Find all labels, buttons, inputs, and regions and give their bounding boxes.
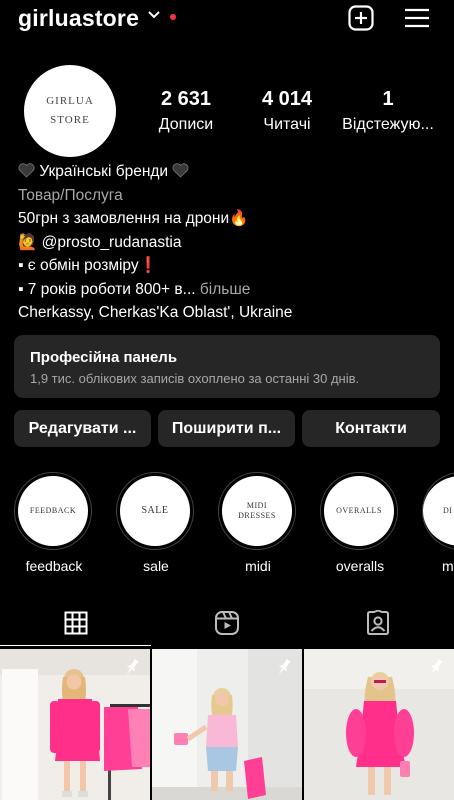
post-thumbnail[interactable] xyxy=(152,649,302,800)
share-profile-button[interactable]: Поширити п... xyxy=(158,410,295,447)
edit-profile-button[interactable]: Редагувати ... xyxy=(14,410,151,447)
following-label: Відстежую... xyxy=(342,116,434,133)
post-grid xyxy=(0,649,454,800)
highlight-partial[interactable]: DI m xyxy=(422,472,454,574)
posts-label: Дописи xyxy=(158,116,214,133)
bio-years-text: ▪ 7 років роботи 800+ в... xyxy=(18,280,196,298)
panel-subtitle: 1,9 тис. облікових записів охоплено за о… xyxy=(30,371,360,386)
bio-location[interactable]: Cherkassy, Cherkas'Ka Oblast', Ukraine xyxy=(18,301,438,325)
pin-icon xyxy=(126,658,140,675)
stat-posts[interactable]: 2 631 Дописи xyxy=(150,88,222,134)
bio-exchange-line: ▪ є обмін розміру❗ xyxy=(18,257,158,274)
posts-count: 2 631 xyxy=(160,88,212,110)
highlight-sale[interactable]: SALE sale xyxy=(116,472,196,574)
profile-tabs xyxy=(0,600,454,646)
contacts-button[interactable]: Контакти xyxy=(302,410,440,447)
highlight-label: midi xyxy=(245,558,271,574)
highlight-label: feedback xyxy=(25,558,83,574)
highlight-midi[interactable]: MIDI DRESSES midi xyxy=(218,472,298,574)
chevron-down-icon[interactable] xyxy=(147,8,161,22)
highlight-label: sale xyxy=(143,558,169,574)
active-tab-indicator xyxy=(0,644,151,646)
notification-dot xyxy=(170,14,176,20)
stat-following[interactable]: 1 Відстежую... xyxy=(338,88,438,134)
grid-icon xyxy=(64,611,87,635)
avatar-text-line1: GIRLUA xyxy=(46,95,94,107)
highlight-overalls[interactable]: OVERALLS overalls xyxy=(320,472,400,574)
bio-category: Товар/Послуга xyxy=(18,186,123,204)
menu-icon[interactable] xyxy=(404,7,430,29)
following-count: 1 xyxy=(382,88,394,110)
highlight-cover-line: MIDI xyxy=(246,501,268,510)
highlight-cover: SALE xyxy=(120,476,190,546)
highlight-label: m xyxy=(442,558,454,574)
highlight-feedback[interactable]: FEEDBACK feedback xyxy=(14,472,94,574)
tagged-icon xyxy=(366,610,389,635)
avatar-text-line2: STORE xyxy=(50,114,90,126)
highlight-cover: DI xyxy=(423,476,454,546)
bio-mention-line: 🙋 @prosto_rudanastia xyxy=(18,231,438,255)
tab-reels[interactable] xyxy=(151,600,302,646)
reels-icon xyxy=(214,611,239,635)
followers-label: Читачі xyxy=(263,116,311,133)
post-thumbnail[interactable] xyxy=(304,649,454,800)
bio-brands-text: Українські бренди xyxy=(39,163,169,180)
bio-mention[interactable]: @prosto_rudanastia xyxy=(42,234,182,251)
tab-tagged[interactable] xyxy=(302,600,453,646)
professional-dashboard[interactable]: Професійна панель 1,9 тис. облікових зап… xyxy=(14,335,440,398)
followers-count: 4 014 xyxy=(261,88,313,110)
bio-more-link[interactable]: більше xyxy=(200,281,251,298)
highlight-label: overalls xyxy=(335,558,385,574)
stat-followers[interactable]: 4 014 Читачі xyxy=(252,88,322,134)
tab-grid[interactable] xyxy=(0,600,151,646)
highlight-cover: OVERALLS xyxy=(324,476,394,546)
woman-emoji-icon: 🙋 xyxy=(18,233,38,251)
avatar[interactable]: GIRLUA STORE xyxy=(24,65,116,157)
black-heart-icon xyxy=(172,163,189,178)
post-thumbnail[interactable] xyxy=(0,649,150,800)
username[interactable]: girluastore xyxy=(18,5,139,32)
panel-title: Професійна панель xyxy=(30,349,178,366)
bio: Українські бренди Товар/Послуга 50грн з … xyxy=(18,160,438,325)
highlight-cover: FEEDBACK xyxy=(18,476,88,546)
black-heart-icon xyxy=(18,163,35,178)
bio-line-brands: Українські бренди xyxy=(18,160,438,184)
top-bar: girluastore xyxy=(0,0,454,40)
highlight-cover-line: DRESSES xyxy=(238,511,276,520)
bio-drones-line: 50грн з замовлення на дрони🔥 xyxy=(18,210,249,227)
pin-icon xyxy=(278,658,292,675)
bio-years-line: ▪ 7 років роботи 800+ в... більше xyxy=(18,278,438,302)
pin-icon xyxy=(430,658,444,675)
new-post-icon[interactable] xyxy=(348,5,374,31)
highlight-cover: MIDI DRESSES xyxy=(222,476,292,546)
